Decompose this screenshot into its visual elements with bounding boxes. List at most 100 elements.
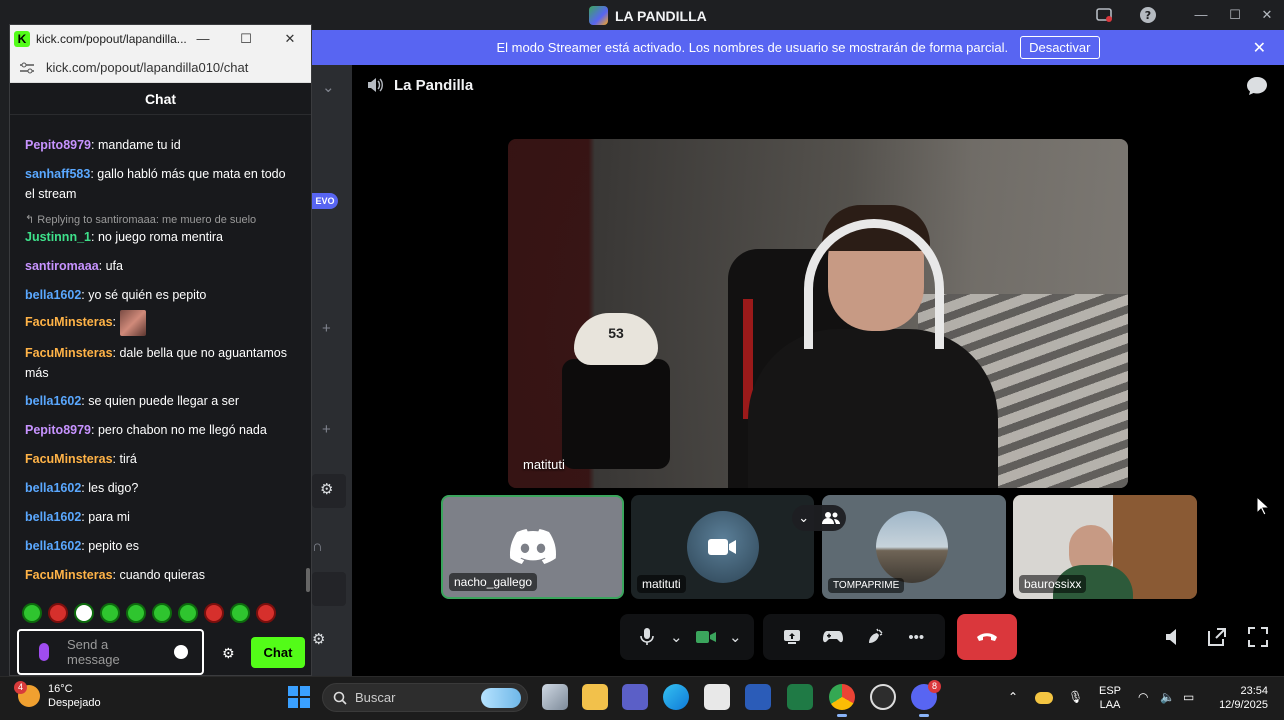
chevron-down-icon[interactable]: ⌄ (669, 622, 683, 652)
participant-tile[interactable]: nacho_gallego (441, 495, 624, 599)
participant-tile[interactable]: baurossixx (1013, 495, 1197, 599)
reply-context[interactable]: ↰ Replying to santiromaaa: me muero de s… (25, 213, 256, 226)
start-button[interactable] (288, 686, 310, 708)
volume-button[interactable] (1160, 624, 1186, 650)
chat-username[interactable]: bella1602 (25, 481, 81, 495)
gear-icon[interactable]: ⚙ (320, 480, 333, 498)
chat-username[interactable]: FacuMinsteras (25, 568, 113, 582)
emote-button[interactable] (204, 603, 224, 623)
add-icon[interactable]: + (322, 320, 331, 337)
send-chat-button[interactable]: Chat (251, 637, 305, 668)
address-bar[interactable]: kick.com/popout/lapandilla010/chat (10, 53, 311, 83)
speaker-tray-icon[interactable]: 🔈 (1160, 690, 1175, 704)
emoji-picker-icon[interactable] (174, 645, 188, 659)
emote-button[interactable] (126, 603, 146, 623)
obs-icon[interactable] (870, 684, 896, 710)
participant-tile[interactable]: TOMPAPRIME (822, 495, 1006, 599)
chevron-down-icon[interactable]: ⌄ (798, 510, 809, 526)
chat-settings-gear-icon[interactable]: ⚙ (222, 645, 236, 661)
chat-username[interactable]: bella1602 (25, 510, 81, 524)
gear-icon[interactable]: ⚙ (312, 630, 325, 648)
maximize-button[interactable]: ☐ (1220, 4, 1250, 26)
send-message-input[interactable]: Send a message (17, 629, 204, 675)
disconnect-button[interactable] (957, 614, 1017, 660)
minimize-button[interactable]: — (1186, 4, 1216, 26)
chat-scrollbar[interactable] (306, 568, 310, 592)
word-icon[interactable] (745, 684, 771, 710)
store-icon[interactable] (704, 684, 730, 710)
chat-username[interactable]: bella1602 (25, 394, 81, 408)
emote-button[interactable] (230, 603, 250, 623)
chat-icon[interactable] (1246, 76, 1268, 96)
chat-username[interactable]: FacuMinsteras (25, 452, 113, 466)
emote-button[interactable] (48, 603, 68, 623)
tray-overflow-chevron-icon[interactable]: ⌃ (1008, 690, 1018, 704)
participant-tile[interactable]: matituti (631, 495, 814, 599)
more-options-button[interactable]: ••• (901, 622, 931, 652)
site-settings-icon[interactable] (20, 62, 34, 74)
file-explorer-icon[interactable] (582, 684, 608, 710)
popout-button[interactable] (1204, 624, 1230, 650)
close-banner-icon[interactable]: ✕ (1253, 38, 1266, 58)
activities-button[interactable] (818, 622, 848, 652)
battery-icon[interactable]: ▭ (1183, 690, 1194, 704)
close-window-button[interactable]: ✕ (279, 29, 301, 49)
window-title: LA PANDILLA (615, 7, 707, 24)
emote-button[interactable] (178, 603, 198, 623)
chat-messages[interactable]: Pepito8979: mandame tu id sanhaff583: ga… (10, 133, 310, 608)
chat-username[interactable]: FacuMinsteras (25, 346, 113, 360)
emote-button[interactable] (152, 603, 172, 623)
emote-button[interactable] (74, 603, 94, 623)
chevron-down-icon[interactable]: ⌄ (322, 78, 335, 96)
chat-username[interactable]: FacuMinsteras (25, 315, 113, 329)
address-url: kick.com/popout/lapandilla010/chat (46, 60, 249, 75)
excel-icon[interactable] (787, 684, 813, 710)
participants-toggle[interactable]: ⌄ (792, 505, 846, 531)
screen-share-button[interactable] (777, 622, 807, 652)
inbox-icon[interactable] (1095, 6, 1113, 24)
fullscreen-button[interactable] (1245, 624, 1271, 650)
main-video-stream[interactable]: 53 (508, 139, 1128, 488)
discord-taskbar-icon[interactable]: 8 (911, 680, 941, 717)
system-clock[interactable]: 23:54 12/9/2025 (1210, 684, 1268, 712)
streamer-mode-banner: El modo Streamer está activado. Los nomb… (312, 30, 1284, 65)
wifi-icon[interactable]: ◠ (1138, 690, 1148, 704)
language-indicator[interactable]: ESP LAA (1096, 684, 1124, 712)
help-icon[interactable]: ? (1139, 6, 1157, 24)
edge-icon[interactable] (663, 684, 689, 710)
camera-button[interactable] (691, 622, 721, 652)
main-video-label: matituti (523, 457, 565, 472)
microphone-tray-icon[interactable]: 🎙 (1068, 690, 1083, 704)
popout-tab-title: kick.com/popout/lapandilla... (36, 32, 187, 46)
chat-message: Pepito8979: pero chabon no me llegó nada (25, 420, 295, 440)
weather-widget[interactable]: 4 16°C Despejado (14, 681, 101, 710)
emote-button[interactable] (100, 603, 120, 623)
chrome-icon[interactable] (829, 684, 855, 717)
minimize-button[interactable]: — (192, 29, 214, 49)
task-view-icon[interactable] (542, 684, 568, 710)
chat-text: : pepito es (81, 539, 139, 553)
microphone-button[interactable] (632, 622, 662, 652)
add-icon[interactable]: + (322, 421, 331, 438)
chat-username[interactable]: sanhaff583 (25, 167, 90, 181)
headphones-icon[interactable]: ∩ (312, 538, 323, 555)
close-window-button[interactable]: ✕ (1252, 4, 1282, 26)
onedrive-icon[interactable] (1035, 692, 1053, 704)
emote-button[interactable] (256, 603, 276, 623)
maximize-button[interactable]: ☐ (235, 29, 257, 49)
chat-username[interactable]: Pepito8979 (25, 423, 91, 437)
chat-username[interactable]: bella1602 (25, 539, 81, 553)
chat-username[interactable]: Justinnn_1 (25, 230, 91, 244)
chat-message: FacuMinsteras: tirá (25, 449, 295, 469)
microphone-icon[interactable] (39, 643, 49, 661)
chevron-down-icon[interactable]: ⌄ (728, 622, 742, 652)
chat-username[interactable]: santiromaaa (25, 259, 99, 273)
soundboard-button[interactable] (860, 622, 890, 652)
chat-username[interactable]: bella1602 (25, 288, 81, 302)
teams-icon[interactable] (622, 684, 648, 710)
emote-button[interactable] (22, 603, 42, 623)
deactivate-streamer-button[interactable]: Desactivar (1020, 36, 1100, 59)
taskbar-search[interactable]: Buscar (322, 683, 528, 712)
chat-username[interactable]: Pepito8979 (25, 138, 91, 152)
start-tile (300, 698, 310, 708)
